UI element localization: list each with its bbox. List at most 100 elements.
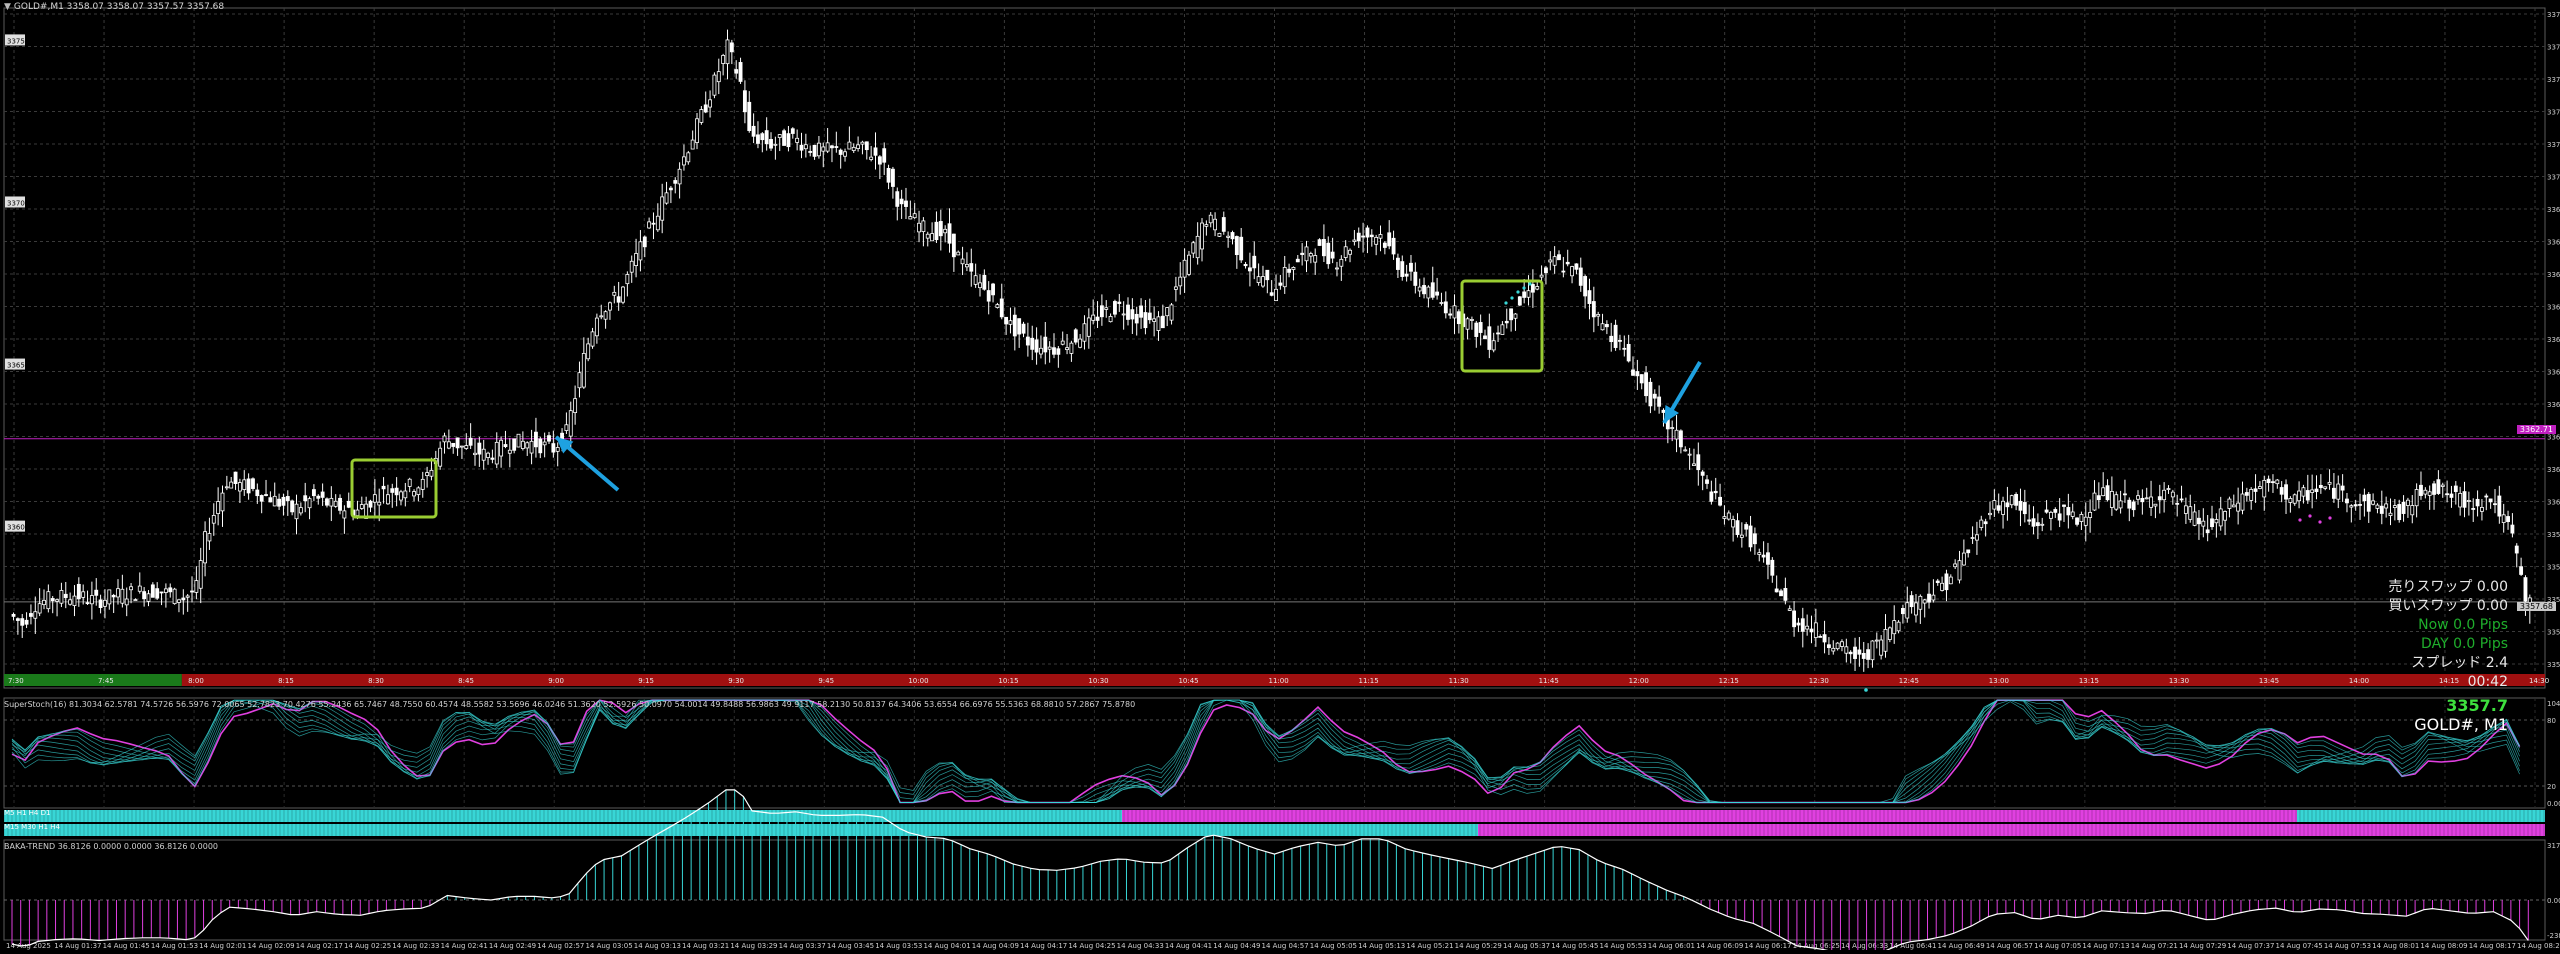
candle-body bbox=[1261, 276, 1265, 287]
candle-body bbox=[1696, 454, 1701, 471]
candle-body bbox=[46, 591, 51, 610]
candle-body bbox=[1570, 266, 1574, 277]
candle-body bbox=[2388, 512, 2393, 517]
candle-body bbox=[37, 603, 42, 614]
mt4-chart-window[interactable]: 3376.00 3374.05 3373.00 3371.95 3370.90 3370.… bbox=[0, 0, 2560, 954]
candle-body bbox=[442, 435, 447, 443]
candle-body bbox=[1043, 336, 1048, 353]
candle-body bbox=[812, 144, 817, 157]
candle-body bbox=[438, 447, 443, 467]
candle-body bbox=[1291, 267, 1296, 270]
candle-body bbox=[1491, 340, 1496, 351]
candle-body bbox=[686, 152, 691, 163]
time-axis-label: 14 Aug 02:33 bbox=[392, 942, 439, 950]
candle-body bbox=[1857, 649, 1862, 655]
candle-body bbox=[1957, 560, 1962, 581]
candle-body bbox=[2384, 503, 2389, 509]
candle-body bbox=[2244, 492, 2249, 496]
candle-body bbox=[2488, 498, 2493, 503]
signal-dot-cyan bbox=[1504, 301, 1508, 305]
time-axis-label: 14 Aug 02:17 bbox=[296, 942, 343, 950]
candle-body bbox=[1025, 336, 1030, 346]
candle-body bbox=[468, 437, 473, 446]
candle-body bbox=[1705, 479, 1709, 484]
candle-body bbox=[834, 146, 839, 148]
candle-body bbox=[2192, 511, 2197, 526]
time-axis-label: 14 Aug 05:05 bbox=[1310, 942, 1357, 950]
candle-body bbox=[708, 99, 712, 108]
current-price-tag: 3357.68 bbox=[2516, 602, 2556, 611]
candle-body bbox=[394, 487, 399, 496]
signal-dot-cyan bbox=[1528, 282, 1532, 286]
candle-body bbox=[2018, 500, 2023, 511]
candle-body bbox=[1544, 267, 1548, 274]
candle-body bbox=[1452, 305, 1457, 319]
candle-body bbox=[1574, 263, 1579, 270]
candle-body bbox=[581, 353, 586, 388]
candle-body bbox=[1300, 252, 1305, 255]
candle-body bbox=[2136, 495, 2140, 500]
candle-body bbox=[129, 586, 133, 591]
candle-body bbox=[2040, 523, 2045, 526]
candle-body bbox=[2375, 504, 2380, 509]
candle-body bbox=[1692, 463, 1696, 466]
candle-body bbox=[120, 588, 125, 604]
candle-body bbox=[150, 584, 155, 598]
candle-body bbox=[2519, 566, 2524, 575]
candle-body bbox=[2371, 500, 2376, 505]
candle-body bbox=[1017, 318, 1022, 335]
candle-body bbox=[2475, 498, 2480, 507]
candle-body bbox=[1613, 324, 1618, 348]
candle-body bbox=[2005, 502, 2010, 508]
candle-body bbox=[2275, 479, 2280, 485]
candle-body bbox=[551, 443, 556, 453]
price-axis-label: 3374.05 bbox=[2547, 44, 2560, 52]
candle-body bbox=[803, 144, 808, 150]
mtf-row1-label: M5 H1 H4 D1 bbox=[4, 809, 51, 817]
left-price-mark: 3370 bbox=[7, 199, 25, 207]
candle-body bbox=[712, 74, 717, 96]
candle-body bbox=[486, 452, 490, 458]
spread-text: スプレッド 2.4 bbox=[2411, 655, 2508, 671]
chart-canvas[interactable]: 3376.00 3374.05 3373.00 3371.95 3370.90 3370.… bbox=[0, 0, 2560, 954]
candle-body bbox=[1356, 232, 1361, 242]
candle-body bbox=[1082, 323, 1087, 342]
candle-body bbox=[734, 69, 739, 74]
session-label: 14:30 bbox=[2529, 677, 2549, 685]
candle-body bbox=[925, 233, 930, 239]
candle-body bbox=[29, 613, 33, 617]
candle-body bbox=[2262, 479, 2267, 498]
candle-body bbox=[1095, 316, 1100, 321]
candle-body bbox=[1900, 608, 1905, 615]
candle-body bbox=[2484, 495, 2489, 498]
candle-body bbox=[1787, 608, 1792, 611]
signal-dot-cyan bbox=[1516, 290, 1520, 294]
candle-body bbox=[947, 223, 952, 244]
candle-body bbox=[599, 315, 604, 318]
candle-body bbox=[2493, 503, 2497, 506]
candle-body bbox=[673, 180, 678, 184]
candle-body bbox=[285, 496, 290, 501]
candle-body bbox=[1208, 214, 1213, 224]
candle-body bbox=[2336, 483, 2341, 500]
candle-body bbox=[1678, 430, 1683, 448]
candle-body bbox=[1413, 271, 1418, 286]
candle-body bbox=[1887, 627, 1892, 640]
candle-body bbox=[342, 510, 347, 519]
candle-body bbox=[1012, 314, 1017, 337]
candle-body bbox=[446, 441, 451, 449]
candle-body bbox=[2458, 492, 2463, 508]
candle-body bbox=[11, 613, 16, 617]
candle-body bbox=[965, 263, 969, 268]
candle-body bbox=[938, 221, 943, 237]
time-axis-label: 14 Aug 06:33 bbox=[1841, 942, 1888, 950]
candle-body bbox=[2510, 524, 2515, 534]
candle-body bbox=[1591, 301, 1596, 318]
candle-body bbox=[2392, 505, 2397, 509]
candle-body bbox=[534, 431, 538, 448]
session-label: 12:00 bbox=[1629, 677, 1649, 685]
candle-body bbox=[2410, 505, 2415, 516]
candle-body bbox=[2462, 491, 2467, 508]
candle-body bbox=[1330, 251, 1335, 259]
candle-body bbox=[2044, 509, 2049, 513]
